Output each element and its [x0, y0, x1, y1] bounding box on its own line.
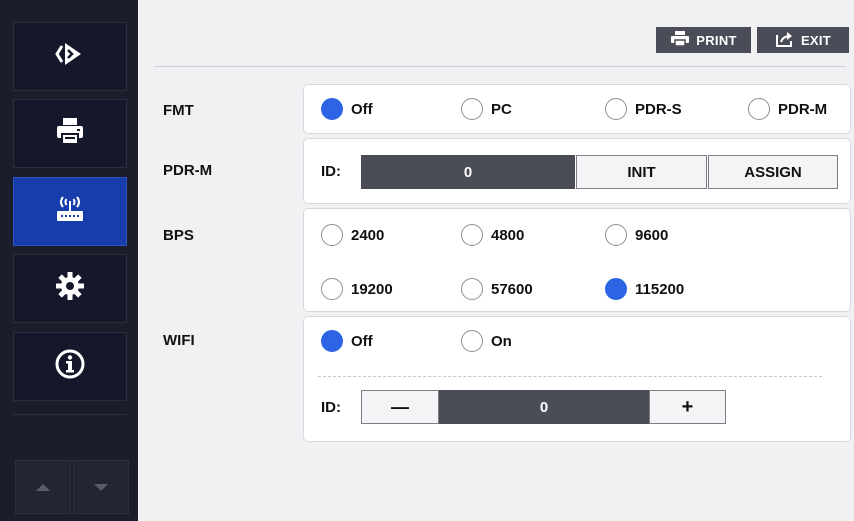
fmt-option-pdr-m[interactable]: PDR-M: [748, 98, 827, 120]
bps-option-label: 2400: [351, 226, 385, 244]
fmt-option-pc[interactable]: PC: [461, 98, 512, 120]
pdrm-label: PDR-M: [163, 162, 213, 179]
radio-selected-icon: [605, 278, 627, 300]
arrow-up-icon: [36, 483, 50, 491]
sidebar-item-info[interactable]: [13, 332, 127, 401]
wifi-divider: [318, 376, 822, 377]
brand-logo-icon: [55, 41, 85, 72]
radio-unselected-icon: [605, 98, 627, 120]
bps-card: 2400 4800 9600 19200 57600 115200: [303, 208, 851, 312]
wifi-card: Off On ID: — 0 +: [303, 316, 851, 442]
increment-button[interactable]: +: [649, 390, 726, 424]
sidebar-item-communication[interactable]: [13, 177, 127, 246]
decrement-button[interactable]: —: [361, 390, 439, 424]
main-panel: PRINT EXIT FMT Off PC PDR-S PDR-M PDR-M …: [138, 0, 854, 521]
bps-option-19200[interactable]: 19200: [321, 278, 393, 300]
bps-option-label: 115200: [635, 280, 685, 298]
print-button[interactable]: PRINT: [656, 27, 751, 53]
header-divider: [154, 66, 846, 67]
fmt-card: Off PC PDR-S PDR-M: [303, 84, 851, 134]
printer-icon: [670, 30, 690, 50]
wifi-option-label: On: [491, 332, 512, 350]
fmt-label: FMT: [163, 102, 194, 119]
pdrm-id-field[interactable]: 0: [361, 155, 575, 189]
scroll-up-button[interactable]: [15, 460, 71, 514]
wifi-option-on[interactable]: On: [461, 330, 512, 352]
pdrm-id-label: ID:: [321, 163, 341, 180]
radio-selected-icon: [321, 330, 343, 352]
wifi-id-label: ID:: [321, 399, 341, 416]
bps-option-115200[interactable]: 115200: [605, 278, 684, 300]
fmt-option-off[interactable]: Off: [321, 98, 373, 120]
exit-button[interactable]: EXIT: [757, 27, 849, 53]
radio-unselected-icon: [461, 278, 483, 300]
bps-option-2400[interactable]: 2400: [321, 224, 384, 246]
bps-option-label: 57600: [491, 280, 533, 298]
radio-unselected-icon: [321, 278, 343, 300]
sidebar-divider: [13, 414, 127, 415]
init-button[interactable]: INIT: [576, 155, 707, 189]
bps-option-label: 9600: [635, 226, 669, 244]
exit-share-icon: [775, 31, 795, 50]
info-icon: [54, 348, 86, 385]
printer-icon: [55, 116, 85, 151]
arrow-down-icon: [94, 483, 108, 491]
scroll-down-button[interactable]: [73, 460, 129, 514]
wifi-label: WIFI: [163, 332, 195, 349]
bps-option-57600[interactable]: 57600: [461, 278, 533, 300]
bps-option-label: 19200: [351, 280, 393, 298]
pdrm-card: ID: 0 INIT ASSIGN: [303, 138, 851, 204]
fmt-option-label: PDR-M: [778, 100, 828, 118]
print-label: PRINT: [696, 32, 737, 48]
radio-unselected-icon: [461, 224, 483, 246]
assign-button[interactable]: ASSIGN: [708, 155, 838, 189]
fmt-option-label: PC: [491, 100, 512, 118]
bps-label: BPS: [163, 227, 194, 244]
radio-unselected-icon: [321, 224, 343, 246]
gear-icon: [55, 271, 85, 306]
bps-option-label: 4800: [491, 226, 525, 244]
sidebar-item-home[interactable]: [13, 22, 127, 91]
fmt-option-label: PDR-S: [635, 100, 682, 118]
fmt-option-label: Off: [351, 100, 373, 118]
sidebar-item-settings[interactable]: [13, 254, 127, 323]
radio-unselected-icon: [748, 98, 770, 120]
radio-unselected-icon: [461, 98, 483, 120]
bps-option-9600[interactable]: 9600: [605, 224, 668, 246]
radio-unselected-icon: [461, 330, 483, 352]
exit-label: EXIT: [800, 32, 832, 48]
wireless-router-icon: [54, 194, 86, 229]
bps-option-4800[interactable]: 4800: [461, 224, 524, 246]
radio-unselected-icon: [605, 224, 627, 246]
wifi-id-field[interactable]: 0: [439, 390, 649, 424]
radio-selected-icon: [321, 98, 343, 120]
fmt-option-pdr-s[interactable]: PDR-S: [605, 98, 682, 120]
sidebar: [0, 0, 138, 521]
sidebar-item-print[interactable]: [13, 99, 127, 168]
wifi-option-label: Off: [351, 332, 373, 350]
wifi-option-off[interactable]: Off: [321, 330, 373, 352]
